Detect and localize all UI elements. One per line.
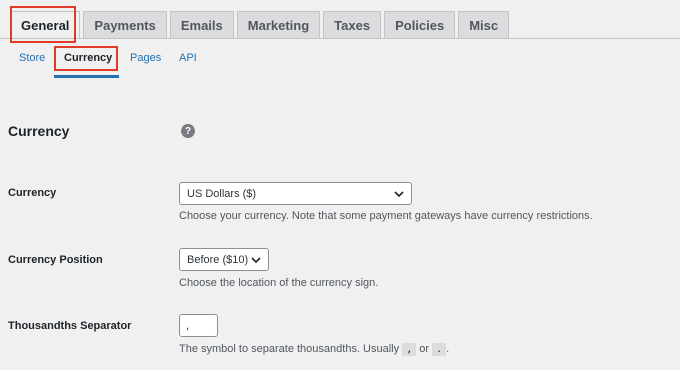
tab-taxes[interactable]: Taxes [323, 11, 382, 39]
currency-position-description: Choose the location of the currency sign… [179, 277, 379, 289]
currency-position-label: Currency Position [8, 254, 103, 266]
currency-label: Currency [8, 187, 57, 199]
tab-emails[interactable]: Emails [169, 11, 234, 39]
currency-select[interactable]: US Dollars ($) [179, 182, 412, 205]
tab-payments[interactable]: Payments [83, 11, 167, 39]
thousands-separator-label: Thousandths Separator [8, 320, 132, 332]
chevron-down-icon [394, 190, 404, 197]
dot-code: . [432, 343, 447, 356]
currency-description: Choose your currency. Note that some pay… [179, 210, 593, 222]
comma-code: , [402, 343, 417, 356]
subnav-store[interactable]: Store [19, 52, 45, 64]
subnav-active-underline [54, 75, 119, 78]
currency-position-select[interactable]: Before ($10) [179, 248, 269, 271]
thousands-separator-input[interactable]: , [179, 314, 218, 337]
main-tabs: General Payments Emails Marketing Taxes … [10, 11, 510, 39]
section-title: Currency [8, 123, 70, 139]
help-icon[interactable]: ? [181, 124, 195, 138]
subnav-currency[interactable]: Currency [64, 52, 112, 64]
subnav-pages[interactable]: Pages [130, 52, 161, 64]
period-text: . [446, 343, 450, 355]
currency-position-value: Before ($10) [187, 253, 249, 266]
tab-misc[interactable]: Misc [458, 11, 510, 39]
chevron-down-icon [251, 256, 261, 263]
tabs-divider [0, 38, 680, 39]
or-text: or [419, 343, 430, 355]
thousands-separator-description: The symbol to separate thousandths. Usua… [179, 343, 450, 356]
subnav-api[interactable]: API [179, 52, 197, 64]
tab-general[interactable]: General [10, 11, 81, 39]
thousands-desc-text: The symbol to separate thousandths. Usua… [179, 343, 400, 355]
currency-select-value: US Dollars ($) [187, 187, 257, 200]
tab-marketing[interactable]: Marketing [236, 11, 321, 39]
tab-policies[interactable]: Policies [384, 11, 456, 39]
